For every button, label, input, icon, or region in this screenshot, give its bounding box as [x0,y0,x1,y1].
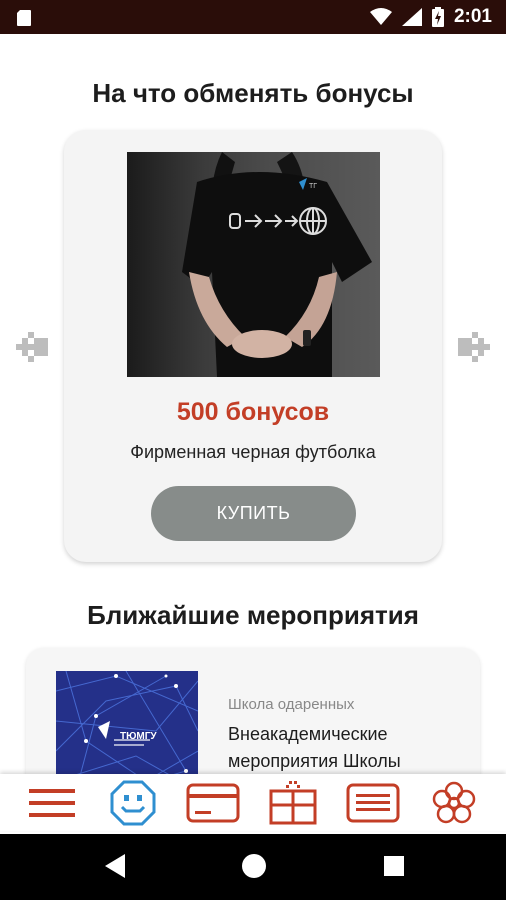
list-icon [346,783,400,823]
android-nav-bar [0,834,506,900]
event-category: Школа одаренных [228,696,355,713]
buy-button[interactable]: КУПИТЬ [151,486,356,541]
gift-icon [269,781,317,825]
reward-card[interactable]: ТГ 500 бонусов Фирменная черная футболка… [64,130,442,562]
svg-text:ТГ: ТГ [309,183,317,190]
nav-menu[interactable] [22,778,82,828]
tshirt-photo: ТГ [127,152,380,377]
back-icon[interactable] [103,853,127,879]
recents-icon[interactable] [383,853,405,879]
sd-card-icon [17,10,31,26]
arrow-right-icon[interactable] [458,328,490,362]
nav-card[interactable] [183,778,243,828]
nav-more[interactable] [424,778,484,828]
signal-icon [401,8,422,26]
smiley-icon [110,780,156,826]
thumbnail-brand: ТЮМГУ [120,731,157,742]
event-title: Внеакадемические мероприятия Школы [228,724,401,771]
rewards-section-title: На что обменять бонусы [92,78,414,108]
wifi-icon [369,8,392,25]
bottom-nav [0,774,506,831]
flower-icon [432,781,476,824]
battery-icon [431,7,444,27]
status-time: 2:01 [453,6,492,27]
home-icon[interactable] [241,853,267,879]
nav-profile[interactable] [103,778,163,828]
menu-icon [29,789,75,817]
event-thumbnail: ТЮМГУ [56,671,198,791]
reward-name: Фирменная черная футболка [130,442,376,462]
card-icon [186,783,240,823]
events-section-title: Ближайшие мероприятия [87,600,419,630]
status-bar: 2:01 [0,0,506,34]
nav-list[interactable] [343,778,403,828]
nav-gift[interactable] [263,778,323,828]
reward-price: 500 бонусов [176,398,330,426]
arrow-left-icon[interactable] [16,328,48,362]
